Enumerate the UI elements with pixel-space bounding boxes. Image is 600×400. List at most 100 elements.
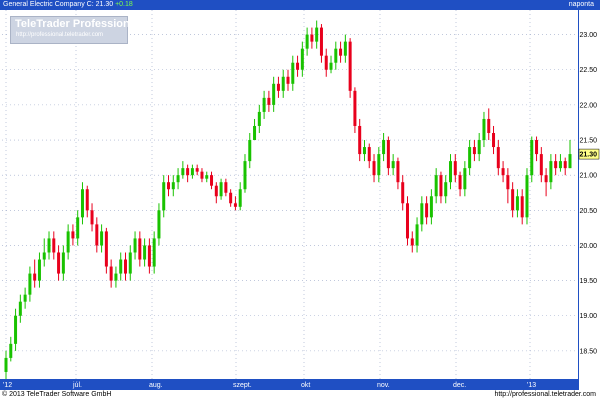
- candle-up[interactable]: [238, 189, 242, 207]
- candle-down[interactable]: [186, 168, 190, 176]
- candle-down[interactable]: [224, 182, 228, 193]
- candle-up[interactable]: [190, 168, 194, 176]
- candle-down[interactable]: [109, 266, 113, 281]
- candle-up[interactable]: [429, 196, 433, 218]
- candle-down[interactable]: [544, 175, 548, 183]
- candle-up[interactable]: [205, 175, 209, 179]
- candle-down[interactable]: [324, 55, 328, 70]
- candle-down[interactable]: [496, 147, 500, 169]
- candle-up[interactable]: [171, 182, 175, 190]
- candle-down[interactable]: [104, 231, 108, 267]
- candle-up[interactable]: [300, 48, 304, 70]
- candle-up[interactable]: [133, 238, 137, 253]
- candle-up[interactable]: [76, 217, 80, 239]
- candle-down[interactable]: [535, 140, 539, 155]
- candle-down[interactable]: [401, 182, 405, 204]
- candle-down[interactable]: [506, 175, 510, 190]
- candle-down[interactable]: [554, 161, 558, 169]
- candle-up[interactable]: [463, 168, 467, 190]
- candle-up[interactable]: [157, 210, 161, 239]
- candle-down[interactable]: [90, 210, 94, 225]
- candle-down[interactable]: [33, 273, 37, 281]
- candle-down[interactable]: [310, 34, 314, 42]
- candle-down[interactable]: [123, 259, 127, 274]
- candle-down[interactable]: [425, 203, 429, 218]
- candle-down[interactable]: [210, 175, 214, 186]
- candle-down[interactable]: [410, 238, 414, 246]
- candle-up[interactable]: [420, 203, 424, 225]
- candle-up[interactable]: [449, 161, 453, 183]
- candle-up[interactable]: [272, 83, 276, 105]
- candle-up[interactable]: [9, 343, 13, 358]
- candle-up[interactable]: [281, 76, 285, 91]
- candle-up[interactable]: [305, 34, 309, 49]
- candle-down[interactable]: [563, 161, 567, 169]
- candle-up[interactable]: [434, 175, 438, 197]
- candlestick-chart[interactable]: 18.50 19.00 19.50 20.00 20.50 21.00 21.50 22.00…: [0, 0, 600, 400]
- candle-up[interactable]: [444, 182, 448, 197]
- candle-down[interactable]: [138, 238, 142, 260]
- candle-up[interactable]: [262, 97, 266, 112]
- candle-up[interactable]: [128, 252, 132, 274]
- candle-down[interactable]: [147, 245, 151, 267]
- candle-down[interactable]: [233, 203, 237, 207]
- candle-up[interactable]: [28, 273, 32, 295]
- candle-up[interactable]: [61, 252, 65, 274]
- candle-down[interactable]: [492, 133, 496, 148]
- candle-down[interactable]: [501, 168, 505, 176]
- candle-down[interactable]: [319, 27, 323, 56]
- candle-up[interactable]: [377, 154, 381, 176]
- candle-down[interactable]: [296, 62, 300, 70]
- candle-down[interactable]: [339, 48, 343, 56]
- candle-down[interactable]: [167, 182, 171, 190]
- candle-down[interactable]: [405, 203, 409, 239]
- candle-down[interactable]: [458, 175, 462, 190]
- candle-up[interactable]: [119, 259, 123, 274]
- candle-up[interactable]: [18, 301, 22, 316]
- candle-up[interactable]: [152, 238, 156, 267]
- candle-up[interactable]: [219, 182, 223, 197]
- candle-up[interactable]: [515, 196, 519, 211]
- candle-up[interactable]: [42, 252, 46, 260]
- candle-down[interactable]: [200, 171, 204, 179]
- candle-down[interactable]: [367, 147, 371, 162]
- candle-up[interactable]: [181, 168, 185, 176]
- candle-down[interactable]: [95, 224, 99, 246]
- candle-down[interactable]: [358, 125, 362, 155]
- candle-up[interactable]: [4, 357, 8, 372]
- candle-down[interactable]: [348, 41, 352, 91]
- candle-up[interactable]: [162, 182, 166, 211]
- candle-up[interactable]: [343, 41, 347, 56]
- candle-up[interactable]: [391, 161, 395, 169]
- candle-down[interactable]: [372, 161, 376, 176]
- candle-up[interactable]: [253, 125, 257, 141]
- candle-up[interactable]: [315, 27, 319, 42]
- candle-up[interactable]: [525, 175, 529, 218]
- candle-up[interactable]: [568, 154, 572, 169]
- candle-down[interactable]: [520, 196, 524, 218]
- candle-up[interactable]: [66, 231, 70, 253]
- candle-up[interactable]: [14, 315, 18, 344]
- candle-down[interactable]: [353, 90, 357, 126]
- candle-down[interactable]: [57, 252, 61, 274]
- candle-up[interactable]: [415, 224, 419, 246]
- candle-down[interactable]: [439, 175, 443, 197]
- candle-up[interactable]: [80, 189, 84, 218]
- candle-down[interactable]: [195, 168, 199, 172]
- candle-down[interactable]: [276, 83, 280, 91]
- candle-up[interactable]: [477, 140, 481, 155]
- candle-up[interactable]: [47, 238, 51, 253]
- candle-down[interactable]: [71, 231, 75, 239]
- candle-down[interactable]: [539, 154, 543, 176]
- candle-up[interactable]: [114, 273, 118, 281]
- candle-up[interactable]: [530, 140, 534, 176]
- candle-down[interactable]: [267, 97, 271, 105]
- candle-down[interactable]: [286, 76, 290, 84]
- candle-down[interactable]: [487, 118, 491, 133]
- candle-up[interactable]: [176, 175, 180, 183]
- candle-down[interactable]: [511, 189, 515, 211]
- candle-up[interactable]: [549, 161, 553, 183]
- candle-down[interactable]: [229, 192, 233, 204]
- candle-down[interactable]: [85, 189, 89, 211]
- candle-down[interactable]: [214, 185, 218, 197]
